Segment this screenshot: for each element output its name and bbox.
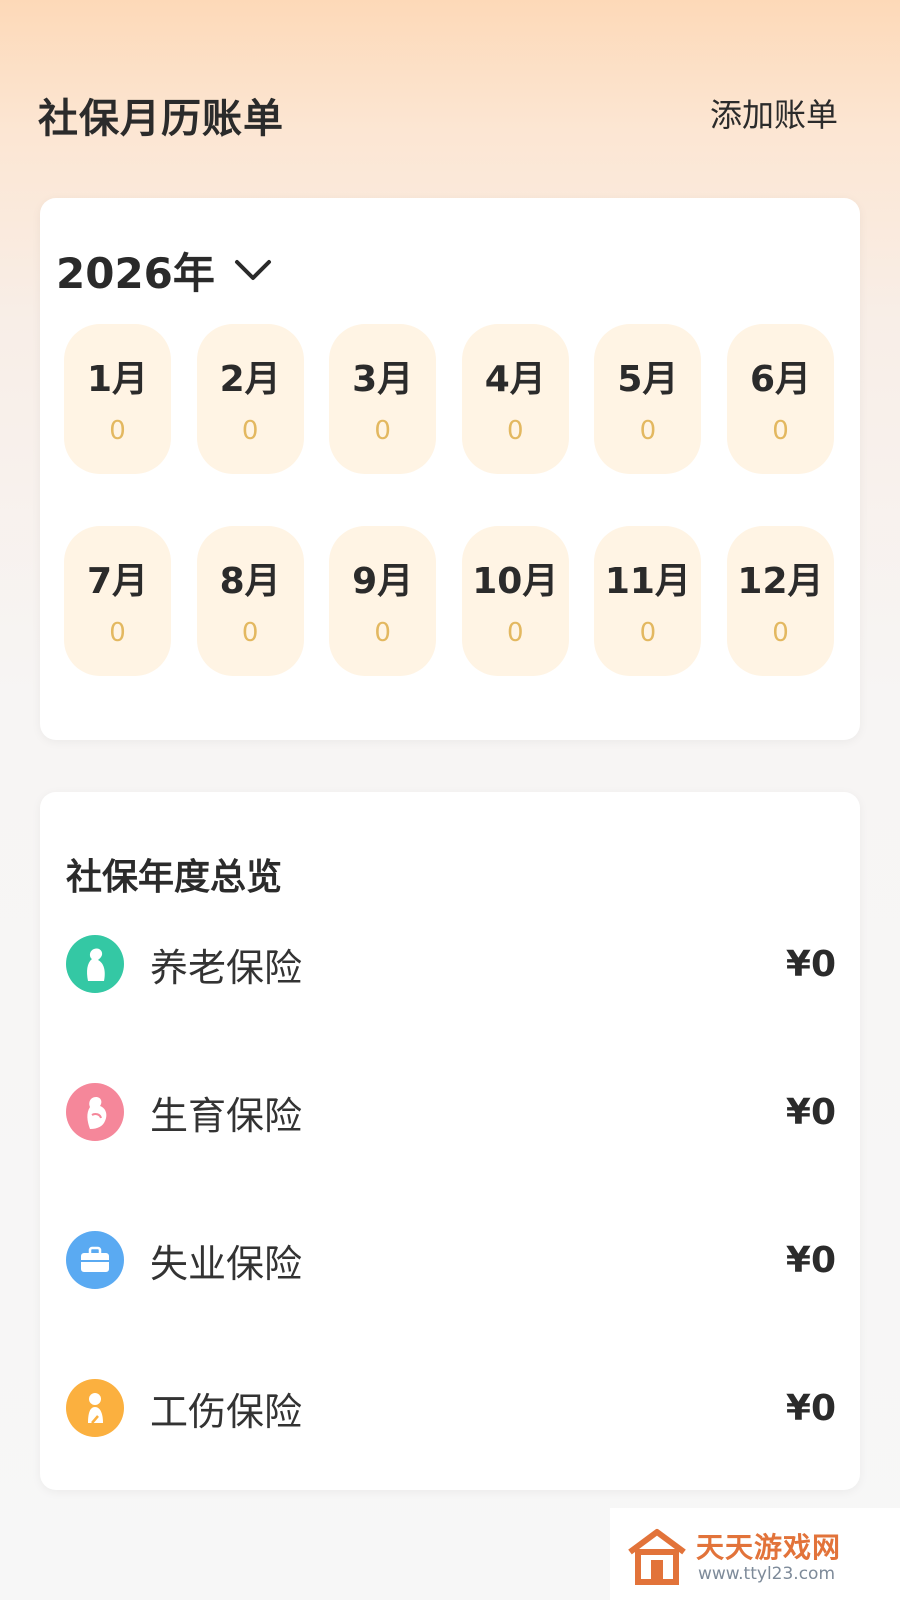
page-title: 社保月历账单 (38, 96, 284, 142)
month-label: 2月 (219, 359, 281, 400)
month-label: 11月 (604, 561, 691, 602)
month-count: 0 (639, 416, 657, 446)
month-cell-5[interactable]: 5月 0 (594, 324, 702, 474)
month-count: 0 (109, 416, 126, 446)
overview-title: 社保年度总览 (66, 857, 283, 898)
month-count: 0 (507, 416, 524, 446)
insurance-name: 失业保险 (150, 1241, 303, 1286)
year-label: 2026年 (56, 249, 215, 298)
month-label: 10月 (472, 561, 559, 602)
month-label: 4月 (484, 359, 546, 400)
month-cell-2[interactable]: 2月 0 (196, 324, 304, 474)
insurance-row-pension[interactable]: 养老保险 ¥0 (66, 932, 836, 996)
watermark-brand: 天天游戏网 (696, 1531, 842, 1564)
injury-icon (66, 1379, 124, 1437)
add-bill-button[interactable]: 添加账单 (710, 90, 838, 136)
month-count: 0 (241, 416, 259, 446)
insurance-name: 养老保险 (150, 945, 303, 990)
month-label: 5月 (617, 359, 679, 400)
month-cell-1[interactable]: 1月 0 (64, 324, 171, 474)
month-label: 7月 (86, 561, 149, 602)
maternity-icon (66, 1083, 124, 1141)
month-label: 8月 (219, 561, 281, 602)
insurance-row-maternity[interactable]: 生育保险 ¥0 (66, 1080, 836, 1144)
elderly-icon (66, 935, 124, 993)
insurance-amount: ¥0 (785, 1387, 836, 1429)
month-cell-8[interactable]: 8月 0 (196, 526, 304, 676)
month-count: 0 (507, 618, 524, 648)
insurance-amount: ¥0 (785, 943, 836, 985)
overview-card: 社保年度总览 养老保险 ¥0 生育保险 ¥0 失业保险 ¥0 工伤保险 ¥0 (40, 792, 860, 1490)
month-count: 0 (772, 618, 789, 648)
insurance-name: 工伤保险 (150, 1389, 303, 1434)
month-cell-7[interactable]: 7月 0 (64, 526, 171, 676)
month-cell-6[interactable]: 6月 0 (726, 324, 834, 474)
month-cell-12[interactable]: 12月 0 (726, 526, 834, 676)
month-label: 3月 (352, 359, 414, 400)
briefcase-icon (66, 1231, 124, 1289)
year-selector[interactable]: 2026年 (56, 240, 273, 301)
insurance-amount: ¥0 (785, 1239, 836, 1281)
month-cell-10[interactable]: 10月 0 (461, 526, 569, 676)
watermark-url: www.ttyl23.com (698, 1564, 836, 1584)
header: 社保月历账单 添加账单 (0, 0, 900, 190)
month-count: 0 (374, 416, 391, 446)
month-count: 0 (374, 618, 391, 648)
month-cell-11[interactable]: 11月 0 (594, 526, 702, 676)
month-label: 12月 (737, 561, 824, 602)
month-count: 0 (639, 618, 657, 648)
insurance-row-work-injury[interactable]: 工伤保险 ¥0 (66, 1376, 836, 1440)
insurance-amount: ¥0 (785, 1091, 836, 1133)
house-logo-icon (628, 1529, 686, 1585)
month-cell-4[interactable]: 4月 0 (461, 324, 569, 474)
month-label: 9月 (352, 561, 414, 602)
month-grid: 1月 0 2月 0 3月 0 4月 0 5月 0 6月 0 7月 0 8月 0 (64, 324, 834, 676)
month-label: 1月 (86, 359, 149, 400)
chevron-down-icon (234, 259, 271, 280)
calendar-card: 2026年 1月 0 2月 0 3月 0 4月 0 5月 0 6月 0 7月 0… (40, 198, 860, 740)
month-cell-9[interactable]: 9月 0 (329, 526, 437, 676)
month-cell-3[interactable]: 3月 0 (329, 324, 437, 474)
month-count: 0 (772, 416, 789, 446)
month-count: 0 (109, 618, 126, 648)
insurance-row-unemployment[interactable]: 失业保险 ¥0 (66, 1228, 836, 1292)
watermark: 天天游戏网 www.ttyl23.com (610, 1508, 900, 1600)
insurance-name: 生育保险 (150, 1093, 303, 1138)
month-label: 6月 (749, 359, 811, 400)
month-count: 0 (241, 618, 259, 648)
